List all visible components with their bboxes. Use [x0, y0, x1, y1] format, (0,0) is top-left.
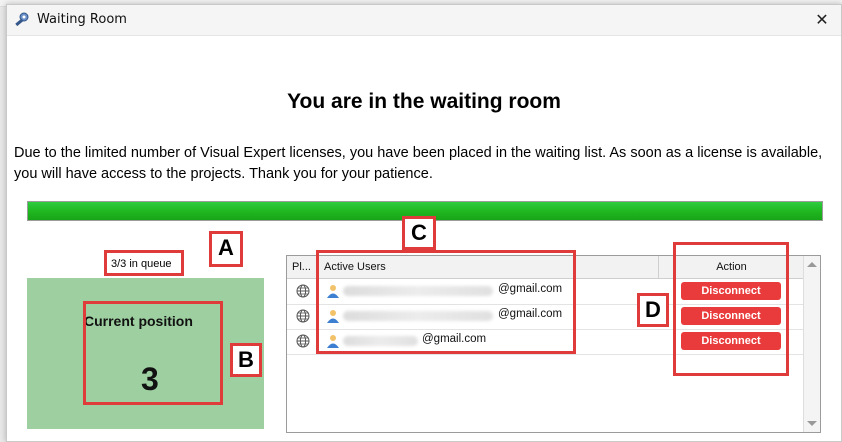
- globe-icon: [296, 309, 310, 323]
- annotation-label-a: A: [209, 231, 243, 267]
- waiting-room-window: Waiting Room ✕ You are in the waiting ro…: [6, 4, 842, 442]
- globe-icon: [296, 284, 310, 298]
- annotation-label-b: B: [230, 343, 262, 377]
- page-title: You are in the waiting room: [287, 90, 561, 113]
- app-icon: [15, 12, 29, 27]
- annotation-label-d: D: [637, 293, 669, 327]
- scroll-down-icon[interactable]: [807, 421, 817, 426]
- waiting-message: Due to the limited number of Visual Expe…: [14, 145, 823, 182]
- title-bar: Waiting Room ✕: [7, 5, 841, 36]
- window-title: Waiting Room: [37, 12, 127, 27]
- table-scrollbar[interactable]: [803, 256, 820, 432]
- scroll-up-icon[interactable]: [807, 262, 817, 267]
- annotation-box-d: [673, 242, 789, 376]
- annotation-box-a: [104, 250, 184, 276]
- annotation-box-b: [83, 301, 223, 405]
- close-button[interactable]: ✕: [809, 8, 835, 32]
- annotation-label-c: C: [402, 216, 436, 250]
- annotation-box-c: [316, 250, 576, 354]
- column-header-platform[interactable]: Pl...: [287, 256, 318, 278]
- globe-icon: [296, 334, 310, 348]
